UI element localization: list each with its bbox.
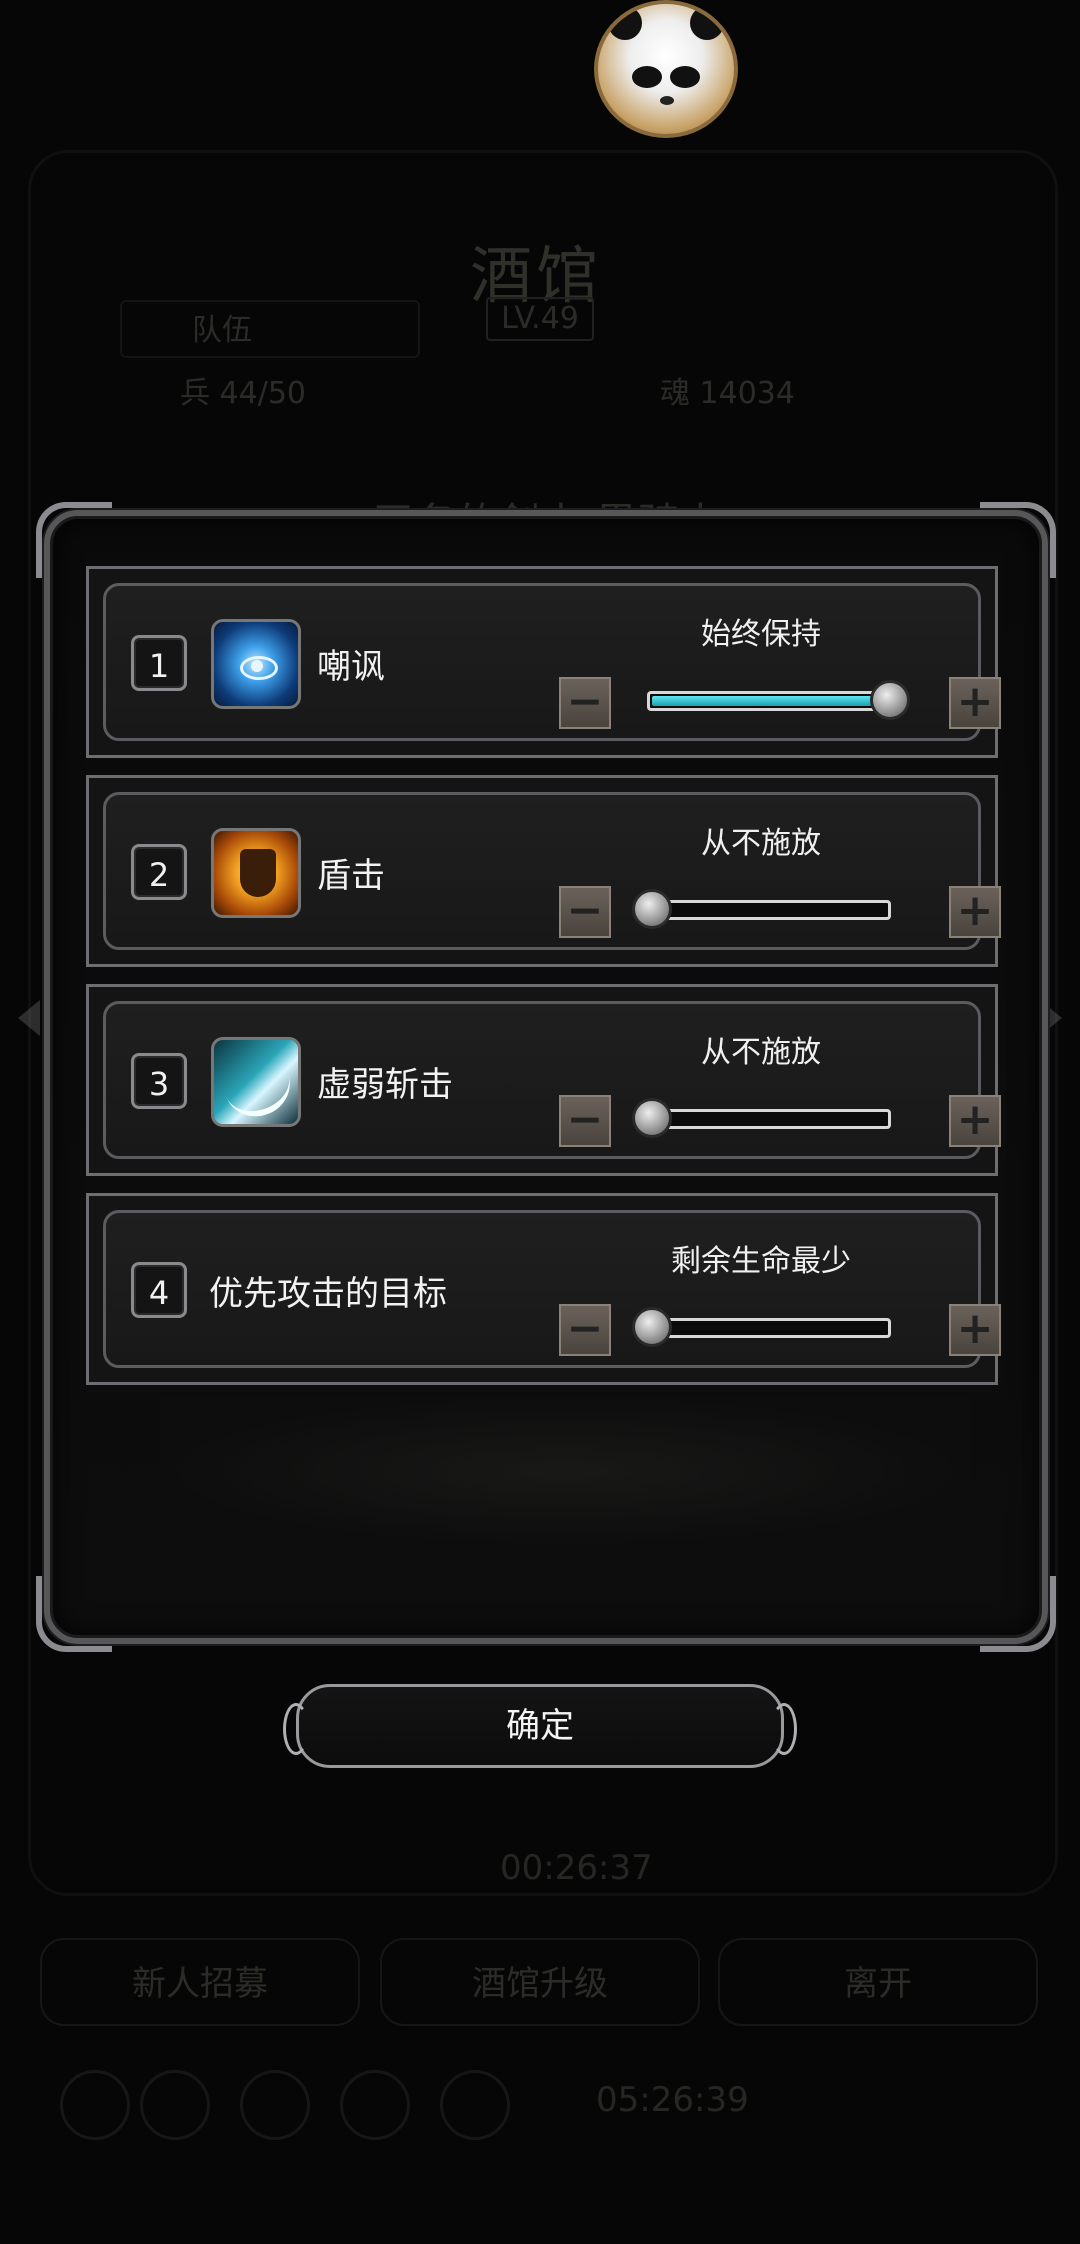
frame-ornament bbox=[980, 1576, 1056, 1652]
background-stat-right: 魂 14034 bbox=[660, 376, 795, 411]
skill-state-label: 始终保持 bbox=[701, 617, 821, 652]
button-ornament bbox=[283, 1703, 309, 1755]
slider-knob[interactable] bbox=[632, 889, 672, 929]
background-stat-left: 兵 44/50 bbox=[180, 376, 306, 411]
confirm-label: 确定 bbox=[506, 1706, 574, 1746]
target-priority-slider[interactable] bbox=[632, 1307, 891, 1347]
skill-index: 2 bbox=[131, 844, 187, 900]
dialog-texture bbox=[160, 1396, 970, 1546]
skill-slider[interactable] bbox=[632, 889, 891, 929]
background-timer: 00:26:37 bbox=[500, 1848, 653, 1888]
increase-button[interactable]: + bbox=[949, 1304, 1001, 1356]
slider-knob[interactable] bbox=[632, 1307, 672, 1347]
decrease-button[interactable]: − bbox=[559, 886, 611, 938]
target-priority-row: 4 优先攻击的目标 剩余生命最少 − + bbox=[86, 1193, 1001, 1385]
background-slot-icon bbox=[340, 2070, 410, 2140]
taunt-eye-icon bbox=[211, 619, 301, 709]
decrease-button[interactable]: − bbox=[559, 677, 611, 729]
slider-fill bbox=[652, 696, 890, 706]
background-slot-icon bbox=[440, 2070, 510, 2140]
panda-ear-icon bbox=[690, 6, 724, 40]
prev-arrow-icon bbox=[18, 1000, 40, 1036]
weak-slash-icon bbox=[211, 1037, 301, 1127]
increase-button[interactable]: + bbox=[949, 886, 1001, 938]
background-leave-button: 离开 bbox=[718, 1938, 1038, 2026]
skill-slider[interactable] bbox=[647, 680, 910, 720]
skill-index: 1 bbox=[131, 635, 187, 691]
shield-bash-icon bbox=[211, 828, 301, 918]
background-slot-icon bbox=[140, 2070, 210, 2140]
skill-row-weak-slash: 3 虚弱斩击 从不施放 − + bbox=[86, 984, 1001, 1176]
game-screen: 酒馆 LV.49 队伍 兵 44/50 魂 14034 无名的剑士 黑骑士 00… bbox=[0, 0, 1080, 2244]
decrease-button[interactable]: − bbox=[559, 1304, 611, 1356]
target-priority-state: 剩余生命最少 bbox=[671, 1244, 851, 1279]
panda-nose-icon bbox=[660, 96, 674, 105]
skill-row-taunt: 1 嘲讽 始终保持 − + bbox=[86, 566, 1001, 758]
panda-eye-icon bbox=[670, 66, 700, 88]
skill-index: 3 bbox=[131, 1053, 187, 1109]
slider-knob[interactable] bbox=[870, 680, 910, 720]
slider-knob[interactable] bbox=[632, 1098, 672, 1138]
decrease-button[interactable]: − bbox=[559, 1095, 611, 1147]
skill-settings-dialog: 1 嘲讽 始终保持 − + 2 盾击 从不施放 − + 3 虚弱斩击 从不施放 … bbox=[36, 502, 1056, 1652]
confirm-button[interactable]: 确定 bbox=[283, 1684, 797, 1768]
background-level-badge: LV.49 bbox=[486, 297, 594, 341]
background-slot-icon bbox=[60, 2070, 130, 2140]
skill-state-label: 从不施放 bbox=[701, 1035, 821, 1070]
skill-name: 嘲讽 bbox=[317, 647, 385, 687]
skill-slider[interactable] bbox=[632, 1098, 891, 1138]
skill-state-label: 从不施放 bbox=[701, 826, 821, 861]
background-bottom-timer: 05:26:39 bbox=[596, 2080, 749, 2120]
button-ornament bbox=[771, 1703, 797, 1755]
target-priority-label: 优先攻击的目标 bbox=[209, 1274, 447, 1314]
panda-eye-icon bbox=[632, 66, 662, 88]
increase-button[interactable]: + bbox=[949, 1095, 1001, 1147]
skill-index: 4 bbox=[131, 1262, 187, 1318]
skill-name: 盾击 bbox=[317, 856, 385, 896]
increase-button[interactable]: + bbox=[949, 677, 1001, 729]
background-recruit-button: 新人招募 bbox=[40, 1938, 360, 2026]
panda-avatar[interactable] bbox=[594, 0, 738, 138]
skill-row-shield-bash: 2 盾击 从不施放 − + bbox=[86, 775, 1001, 967]
background-tab: 队伍 bbox=[120, 300, 420, 358]
background-upgrade-button: 酒馆升级 bbox=[380, 1938, 700, 2026]
skill-name: 虚弱斩击 bbox=[317, 1065, 453, 1105]
frame-ornament bbox=[36, 1576, 112, 1652]
background-slot-icon bbox=[240, 2070, 310, 2140]
panda-ear-icon bbox=[608, 6, 642, 40]
